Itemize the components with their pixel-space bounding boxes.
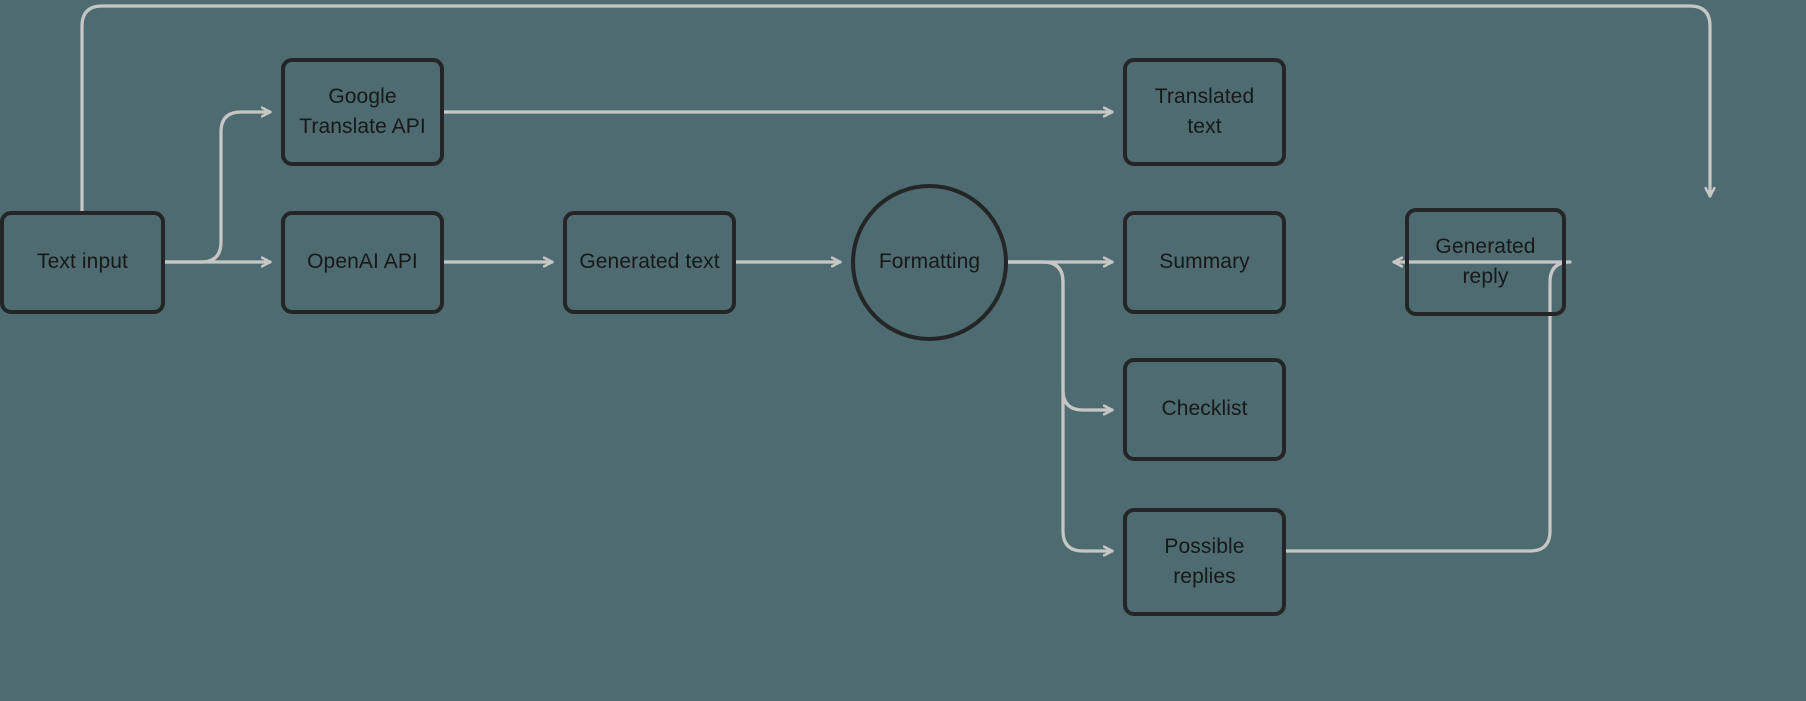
edge-text-input-to-google-translate-api: [163, 112, 270, 264]
node-formatting-label: Formatting: [878, 250, 981, 274]
node-summary-label: Summary: [1159, 250, 1250, 274]
node-generated-text-label: Generated text: [579, 250, 720, 274]
node-translated-text[interactable]: Translated text: [1123, 58, 1286, 166]
node-possible-replies-label: Possible replies: [1164, 534, 1245, 588]
node-summary[interactable]: Summary: [1123, 211, 1286, 314]
node-formatting[interactable]: Formatting: [851, 184, 1008, 341]
node-generated-reply[interactable]: Generated reply: [1405, 208, 1566, 316]
node-generated-reply-label: Generated reply: [1435, 234, 1536, 288]
node-possible-replies[interactable]: Possible replies: [1123, 508, 1286, 616]
node-openai-api[interactable]: OpenAI API: [281, 211, 444, 314]
node-google-translate-api-label: Google Translate API: [299, 84, 426, 138]
node-text-input[interactable]: Text input: [0, 211, 165, 314]
edge-formatting-to-possible-replies: [1006, 260, 1112, 551]
node-text-input-label: Text input: [37, 250, 128, 274]
node-checklist-label: Checklist: [1161, 397, 1248, 421]
edge-formatting-to-checklist: [1006, 260, 1112, 410]
edge-layer: [80, 4, 1806, 701]
node-checklist[interactable]: Checklist: [1123, 358, 1286, 461]
node-generated-text[interactable]: Generated text: [563, 211, 736, 314]
node-google-translate-api[interactable]: Google Translate API: [281, 58, 444, 166]
node-openai-api-label: OpenAI API: [307, 250, 418, 274]
node-translated-text-label: Translated text: [1154, 84, 1255, 138]
flowchart-canvas: Text input Google Translate API OpenAI A…: [0, 0, 1806, 701]
